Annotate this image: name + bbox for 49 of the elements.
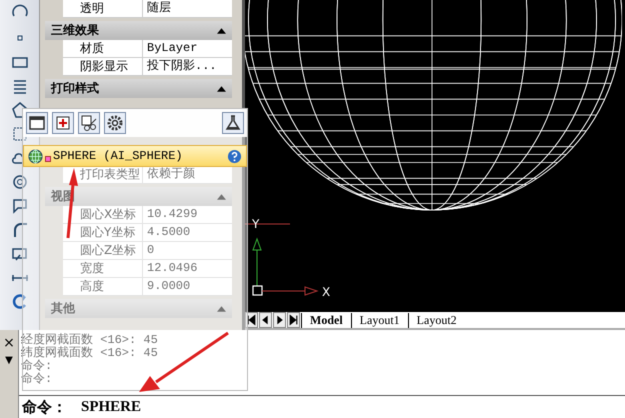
property-value[interactable]: 9.0000 bbox=[143, 278, 232, 295]
next-tab-icon[interactable] bbox=[273, 312, 286, 328]
section-title: 打印样式 bbox=[51, 80, 99, 97]
property-value[interactable]: 4.5000 bbox=[143, 224, 232, 241]
pentagon-icon[interactable] bbox=[10, 100, 30, 120]
window-icon[interactable] bbox=[26, 112, 48, 134]
menu-button[interactable]: ▼ bbox=[5, 354, 13, 368]
command-input-field[interactable]: 命令： SPHERE bbox=[19, 395, 625, 418]
previous-tab-icon[interactable] bbox=[259, 312, 272, 328]
x-axis-label: X bbox=[322, 285, 330, 299]
section-header[interactable]: 打印样式 bbox=[45, 79, 232, 98]
last-tab-icon[interactable] bbox=[287, 312, 300, 328]
caret-icon[interactable] bbox=[217, 86, 226, 92]
caret-icon[interactable] bbox=[217, 28, 226, 34]
property-name: 高度 bbox=[63, 278, 143, 295]
section-title: 三维效果 bbox=[51, 22, 99, 39]
globe-icon bbox=[28, 148, 43, 164]
command-marker-icon bbox=[45, 156, 51, 162]
property-name: 材质 bbox=[63, 40, 143, 57]
property-value[interactable]: 随层 bbox=[143, 0, 232, 17]
ucs-origin-icon bbox=[252, 285, 263, 296]
property-name: 透明 bbox=[63, 0, 143, 17]
layout-tab[interactable]: Model bbox=[301, 312, 351, 328]
section-header[interactable]: 其他 bbox=[45, 299, 232, 318]
property-value[interactable]: 12.0496 bbox=[143, 260, 232, 277]
scissors-icon[interactable] bbox=[78, 112, 100, 134]
ucs-y-axis bbox=[252, 238, 262, 286]
settings-icon[interactable] bbox=[104, 112, 126, 134]
flask-icon[interactable] bbox=[222, 112, 244, 134]
ucs-x-axis bbox=[262, 286, 319, 296]
property-name: 圆心Y坐标 bbox=[63, 224, 143, 241]
autocomplete-item[interactable]: SPHERE (AI_SPHERE) bbox=[23, 145, 247, 167]
property-value[interactable]: 投下阴影... bbox=[143, 58, 232, 75]
property-value[interactable]: 依赖于颜 bbox=[143, 166, 232, 183]
section-header[interactable]: 三维效果 bbox=[45, 21, 232, 40]
property-value[interactable]: ByLayer bbox=[143, 40, 232, 57]
property-value[interactable]: 10.4299 bbox=[143, 206, 232, 223]
section-title: 其他 bbox=[51, 300, 75, 317]
layout-tab[interactable]: Layout1 bbox=[350, 312, 408, 328]
property-name: 阴影显示 bbox=[63, 58, 143, 75]
close-button[interactable]: × bbox=[3, 336, 15, 350]
property-name: 圆心Z坐标 bbox=[63, 242, 143, 259]
insert-block-icon[interactable] bbox=[52, 112, 74, 134]
property-name: 圆心X坐标 bbox=[63, 206, 143, 223]
layout-tab[interactable]: Layout2 bbox=[408, 312, 465, 328]
property-name: 宽度 bbox=[63, 260, 143, 277]
first-tab-icon[interactable] bbox=[245, 312, 258, 328]
help-icon[interactable] bbox=[227, 148, 242, 164]
property-value[interactable]: 0 bbox=[143, 242, 232, 259]
